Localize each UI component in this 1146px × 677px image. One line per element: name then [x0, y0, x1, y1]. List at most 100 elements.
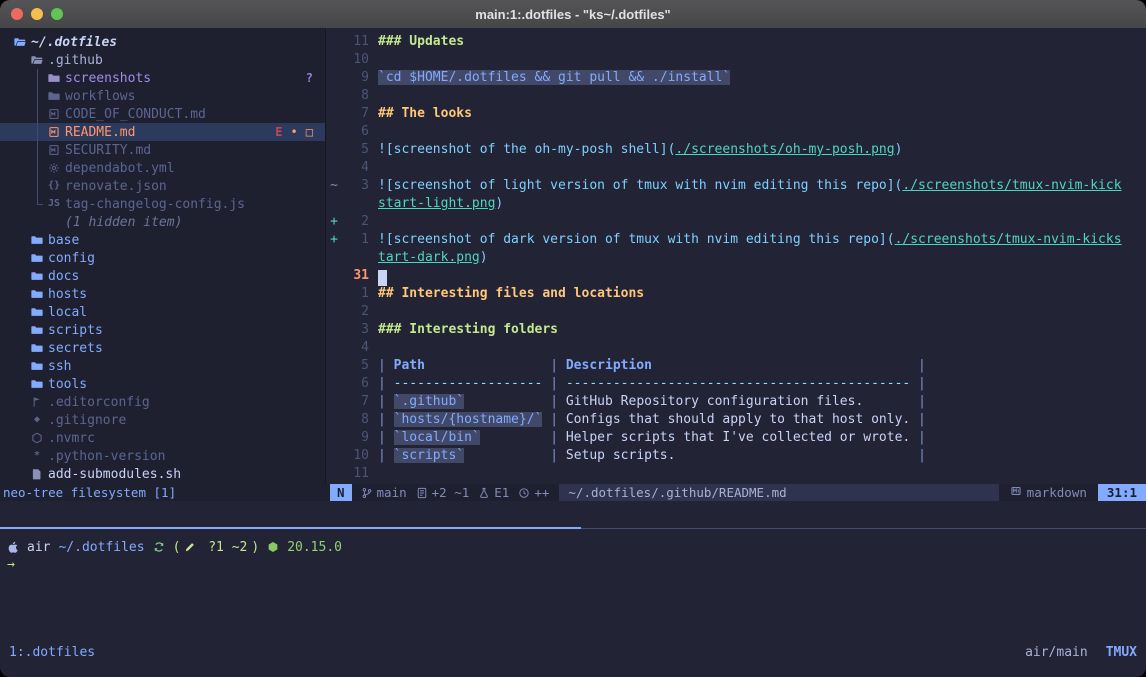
- line-text: ## The looks: [378, 105, 472, 123]
- tree-item[interactable]: dependabot.yml: [0, 159, 325, 177]
- folder-open-icon: [30, 54, 44, 66]
- editor-line[interactable]: start-light.png): [327, 195, 1146, 213]
- line-number: 9: [341, 69, 369, 87]
- pencil-icon: [184, 541, 196, 553]
- tree-item[interactable]: tools: [0, 375, 325, 393]
- editor-line[interactable]: 31: [327, 267, 1146, 285]
- tree-item[interactable]: add-submodules.sh: [0, 465, 325, 483]
- prompt-git-segment: ( ?1 ~2): [173, 540, 260, 555]
- tree-item[interactable]: CODE_OF_CONDUCT.md: [0, 105, 325, 123]
- tree-item[interactable]: scripts: [0, 321, 325, 339]
- editor-line[interactable]: 6: [327, 123, 1146, 141]
- line-text: | `hosts/{hostname}/` | Configs that sho…: [378, 411, 926, 429]
- tmux-pane-border[interactable]: [581, 528, 1146, 529]
- tree-item[interactable]: hosts: [0, 285, 325, 303]
- gutter-sign: [327, 123, 341, 141]
- editor-line[interactable]: 10| `scripts` | Setup scripts. |: [327, 447, 1146, 465]
- tree-item[interactable]: screenshots?: [0, 69, 325, 87]
- tree-item[interactable]: *.python-version: [0, 447, 325, 465]
- tree-item[interactable]: (1 hidden item): [0, 213, 325, 231]
- folder-closed-icon: [30, 252, 44, 264]
- tree-item[interactable]: SECURITY.md: [0, 141, 325, 159]
- editor-line[interactable]: 8 | `hosts/{hostname}/` | Configs that sh…: [327, 411, 1146, 429]
- neotree-sidebar[interactable]: ~/.dotfiles.githubscreenshots?workflowsC…: [0, 28, 326, 484]
- line-number: 8: [341, 411, 369, 429]
- zoom-button[interactable]: [51, 8, 63, 20]
- line-text: ![screenshot of dark version of tmux wit…: [378, 231, 1122, 249]
- tree-item[interactable]: README.mdE•□: [0, 123, 325, 141]
- tree-indent-guide: [37, 69, 38, 205]
- editor-line[interactable]: 9| `local/bin` | Helper scripts that I'v…: [327, 429, 1146, 447]
- line-number: 11: [341, 33, 369, 51]
- diagnostics-segment: E1: [478, 484, 509, 501]
- editor-line[interactable]: 11: [327, 465, 1146, 483]
- gutter-sign: [327, 33, 341, 51]
- editor-line[interactable]: 7| `.github` | GitHub Repository configu…: [327, 393, 1146, 411]
- folder-closed-icon: [30, 324, 44, 336]
- line-number: 1: [341, 285, 369, 303]
- tree-item[interactable]: ◆.gitignore: [0, 411, 325, 429]
- file-md-icon: [47, 144, 61, 156]
- tree-item[interactable]: workflows: [0, 87, 325, 105]
- close-button[interactable]: [11, 8, 23, 20]
- tmux-session-name: air/main: [1025, 645, 1088, 660]
- tree-item[interactable]: ~/.dotfiles: [0, 33, 325, 51]
- tree-item[interactable]: JStag-changelog-config.js: [0, 195, 325, 213]
- editor-line[interactable]: 3### Interesting folders: [327, 321, 1146, 339]
- tree-item[interactable]: local: [0, 303, 325, 321]
- tmux-pane-border-active[interactable]: [0, 527, 581, 529]
- apple-icon: [7, 541, 19, 553]
- editor-line[interactable]: tart-dark.png): [327, 249, 1146, 267]
- line-number: 3: [341, 321, 369, 339]
- editor-line[interactable]: 5| Path | Description |: [327, 357, 1146, 375]
- editor-line[interactable]: +1![screenshot of dark version of tmux w…: [327, 231, 1146, 249]
- tree-indent-guide-corner: [37, 204, 43, 205]
- gutter-sign: +: [327, 213, 341, 231]
- line-number: [341, 249, 369, 267]
- editor-line[interactable]: 8: [327, 87, 1146, 105]
- tree-item-label: .editorconfig: [48, 395, 150, 410]
- titlebar[interactable]: main:1:.dotfiles - "ks~/.dotfiles": [0, 0, 1146, 29]
- statusline: neo-tree filesystem [1] N main +2 ~1 E1 …: [0, 484, 1146, 501]
- editor-line[interactable]: 2: [327, 303, 1146, 321]
- tree-item[interactable]: ssh: [0, 357, 325, 375]
- gutter-sign: [327, 339, 341, 357]
- shell-pane[interactable]: air ~/.dotfiles ( ?1 ~2) 20.15.0 →: [0, 530, 1146, 638]
- minimize-button[interactable]: [31, 8, 43, 20]
- tree-item[interactable]: docs: [0, 267, 325, 285]
- tree-item[interactable]: secrets: [0, 339, 325, 357]
- filetype-segment: markdown: [1010, 484, 1087, 501]
- editor-line[interactable]: ~3![screenshot of light version of tmux …: [327, 177, 1146, 195]
- editor-line[interactable]: 11### Updates: [327, 33, 1146, 51]
- tmux-window-tab[interactable]: 1:.dotfiles: [9, 645, 95, 660]
- tree-item-label: docs: [48, 269, 79, 284]
- line-number: 10: [341, 447, 369, 465]
- editor-line[interactable]: 6| ------------------- | ---------------…: [327, 375, 1146, 393]
- editor-line[interactable]: 9`cd $HOME/.dotfiles && git pull && ./in…: [327, 69, 1146, 87]
- folder-closed-icon: [30, 342, 44, 354]
- gutter-sign: [327, 159, 341, 177]
- editor-line[interactable]: 4: [327, 339, 1146, 357]
- editor-pane[interactable]: 11### Updates109`cd $HOME/.dotfiles && g…: [327, 28, 1146, 484]
- line-number: 8: [341, 87, 369, 105]
- editor-line[interactable]: +2: [327, 213, 1146, 231]
- asterisk-icon: *: [30, 451, 44, 461]
- line-number: 4: [341, 339, 369, 357]
- tree-item[interactable]: .editorconfig: [0, 393, 325, 411]
- tree-item[interactable]: {}renovate.json: [0, 177, 325, 195]
- line-text: | Path | Description |: [378, 357, 926, 375]
- tree-item[interactable]: .github: [0, 51, 325, 69]
- tree-item-label: README.md: [65, 125, 135, 140]
- editor-line[interactable]: 10: [327, 51, 1146, 69]
- tree-item[interactable]: config: [0, 249, 325, 267]
- gutter-sign: [327, 141, 341, 159]
- folder-closed-icon: [30, 306, 44, 318]
- tree-item[interactable]: base: [0, 231, 325, 249]
- line-number: 2: [341, 303, 369, 321]
- editor-line[interactable]: 7## The looks: [327, 105, 1146, 123]
- editor-line[interactable]: 5![screenshot of the oh-my-posh shell](.…: [327, 141, 1146, 159]
- tree-item[interactable]: .nvmrc: [0, 429, 325, 447]
- editor-line[interactable]: 1## Interesting files and locations: [327, 285, 1146, 303]
- js-icon: JS: [47, 199, 61, 209]
- editor-line[interactable]: 4: [327, 159, 1146, 177]
